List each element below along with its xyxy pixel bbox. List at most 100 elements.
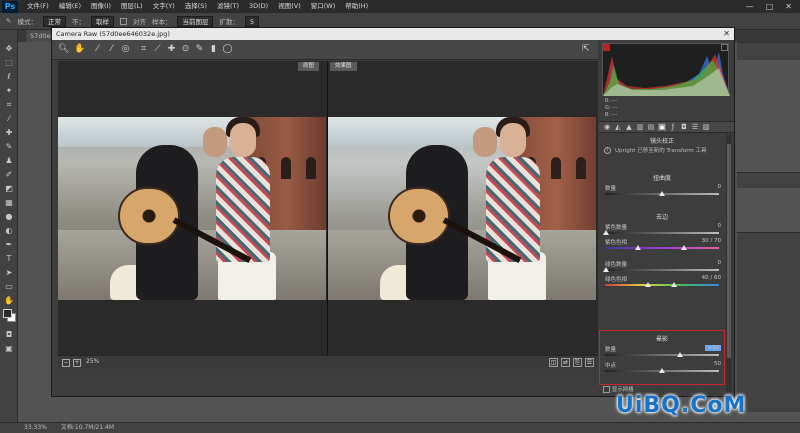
swap-icon[interactable]: ⇄ — [561, 358, 570, 367]
eraser-tool-icon[interactable]: ◩ — [4, 184, 14, 193]
slider-thumb[interactable] — [603, 267, 609, 272]
slider-value[interactable]: +30 — [705, 345, 721, 351]
crop-tool-icon[interactable]: ⌗ — [4, 100, 14, 109]
screen-mode-icon[interactable]: ▣ — [4, 344, 14, 353]
slider-track[interactable] — [605, 284, 719, 286]
status-zoom[interactable]: 33.33% — [24, 423, 47, 433]
zoom-in-icon[interactable]: + — [73, 359, 81, 367]
show-grid-row[interactable]: 显示网格 — [603, 385, 634, 393]
type-tool-icon[interactable]: T — [4, 254, 14, 263]
move-tool-icon[interactable]: ✥ — [4, 44, 14, 53]
slider-thumb-high[interactable] — [681, 245, 687, 250]
shadow-clip-warning-icon[interactable] — [603, 44, 610, 51]
slider-thumb-low[interactable] — [635, 245, 641, 250]
slider-value[interactable]: 40 / 60 — [702, 275, 721, 281]
menu-view[interactable]: 视图(V) — [273, 0, 306, 13]
menu-edit[interactable]: 编辑(E) — [54, 0, 86, 13]
camera-calibration-tab-icon[interactable]: ◘ — [680, 123, 688, 131]
adjustment-brush-icon[interactable]: ✎ — [194, 44, 205, 55]
slider-value[interactable]: 50 — [714, 361, 721, 367]
source-select[interactable]: 取样 — [90, 15, 114, 27]
slider-value[interactable]: 0 — [718, 260, 722, 266]
menu-window[interactable]: 窗口(W) — [306, 0, 341, 13]
lasso-tool-icon[interactable]: ℓ — [4, 72, 14, 81]
detail-tab-icon[interactable]: ▲ — [625, 123, 633, 131]
targeted-adjust-icon[interactable]: ◎ — [120, 44, 131, 55]
slider-thumb[interactable] — [677, 352, 683, 357]
blur-tool-icon[interactable]: ● — [4, 212, 14, 221]
purple-amount-slider[interactable]: 紫色数量 0 — [603, 223, 721, 237]
hand-tool-icon[interactable]: ✋ — [74, 44, 85, 55]
brush-icon[interactable]: ✎ — [4, 142, 14, 151]
menu-layer[interactable]: 图层(L) — [116, 0, 148, 13]
slider-thumb[interactable] — [659, 368, 665, 373]
spread-input[interactable]: 5 — [244, 15, 260, 27]
slider-value[interactable]: 0 — [718, 223, 722, 229]
color-sampler-icon[interactable]: ⁄ — [106, 44, 117, 55]
align-checkbox[interactable] — [119, 17, 127, 25]
slider-track[interactable] — [605, 354, 719, 356]
split-toning-tab-icon[interactable]: ▤ — [647, 123, 655, 131]
green-amount-slider[interactable]: 绿色数量 0 — [603, 260, 721, 274]
zoom-out-icon[interactable]: − — [62, 359, 70, 367]
zoom-level[interactable]: 25% — [86, 358, 99, 365]
basic-tab-icon[interactable]: ◉ — [603, 123, 611, 131]
slider-thumb-high[interactable] — [671, 282, 677, 287]
foreground-color-swatch[interactable] — [3, 309, 12, 318]
tone-curve-tab-icon[interactable]: ◭ — [614, 123, 622, 131]
dodge-tool-icon[interactable]: ◐ — [4, 226, 14, 235]
vignette-amount-slider[interactable]: 数量 +30 — [603, 345, 721, 359]
scrollbar-thumb[interactable] — [727, 144, 731, 358]
menu-type[interactable]: 文字(Y) — [148, 0, 180, 13]
slider-track[interactable] — [605, 247, 719, 249]
quick-mask-icon[interactable]: ◘ — [4, 330, 14, 339]
before-after-icon[interactable]: ◫ — [549, 358, 558, 367]
transform-tool-icon[interactable]: ⌗ — [138, 44, 149, 55]
menu-file[interactable]: 文件(F) — [22, 0, 54, 13]
show-grid-checkbox[interactable] — [603, 386, 610, 393]
close-icon[interactable]: ✕ — [723, 28, 730, 40]
hsl-tab-icon[interactable]: ▥ — [636, 123, 644, 131]
fullscreen-icon[interactable]: ⇱ — [582, 44, 590, 54]
white-balance-icon[interactable]: ⁄ — [92, 44, 103, 55]
presets-tab-icon[interactable]: ☰ — [691, 123, 699, 131]
purple-hue-slider[interactable]: 紫色色相 30 / 70 — [603, 238, 721, 252]
slider-track[interactable] — [605, 232, 719, 234]
sample-select[interactable]: 当前图层 — [177, 15, 214, 27]
graduated-filter-icon[interactable]: ▮ — [208, 44, 219, 55]
effects-tab-icon[interactable]: ƒ — [669, 123, 677, 131]
zoom-tool-icon[interactable]: 🔍︎ — [58, 44, 69, 55]
radial-filter-icon[interactable]: ◯ — [222, 44, 233, 55]
brush-tool-icon[interactable]: ✎ — [6, 17, 11, 25]
straighten-tool-icon[interactable]: ⟋ — [152, 44, 163, 55]
highlight-clip-warning-icon[interactable] — [721, 44, 728, 51]
lens-corrections-tab-icon[interactable]: ▣ — [658, 123, 666, 131]
stamp-tool-icon[interactable]: ♟ — [4, 156, 14, 165]
menu-help[interactable]: 帮助(H) — [340, 0, 373, 13]
rectangle-tool-icon[interactable]: ▭ — [4, 282, 14, 291]
copy-settings-icon[interactable]: ⎘ — [573, 358, 582, 367]
panel-scrollbar[interactable] — [726, 134, 732, 394]
menu-select[interactable]: 选择(S) — [180, 0, 212, 13]
history-brush-icon[interactable]: ✐ — [4, 170, 14, 179]
marquee-tool-icon[interactable]: ⬚ — [4, 58, 14, 67]
slider-track[interactable] — [605, 269, 719, 271]
preview-settings-icon[interactable]: ☰ — [585, 358, 594, 367]
slider-thumb-low[interactable] — [645, 282, 651, 287]
menu-3d[interactable]: 3D(D) — [244, 0, 273, 13]
gradient-tool-icon[interactable]: ▦ — [4, 198, 14, 207]
slider-thumb[interactable] — [603, 230, 609, 235]
red-eye-icon[interactable]: ⊙ — [180, 44, 191, 55]
slider-value[interactable]: 30 / 70 — [702, 238, 721, 244]
mode-select[interactable]: 正常 — [42, 15, 66, 27]
midpoint-slider[interactable]: 中点 50 — [603, 361, 721, 375]
green-hue-slider[interactable]: 绿色色相 40 / 60 — [603, 275, 721, 289]
quick-select-tool-icon[interactable]: ✦ — [4, 86, 14, 95]
maximize-icon[interactable]: □ — [766, 2, 774, 11]
healing-tool-icon[interactable]: ✚ — [4, 128, 14, 137]
snapshots-tab-icon[interactable]: ▧ — [702, 123, 710, 131]
pen-tool-icon[interactable]: ✒ — [4, 240, 14, 249]
close-icon[interactable]: ✕ — [785, 2, 792, 11]
eyedropper-tool-icon[interactable]: ⁄ — [4, 114, 14, 123]
spot-removal-icon[interactable]: ✚ — [166, 44, 177, 55]
